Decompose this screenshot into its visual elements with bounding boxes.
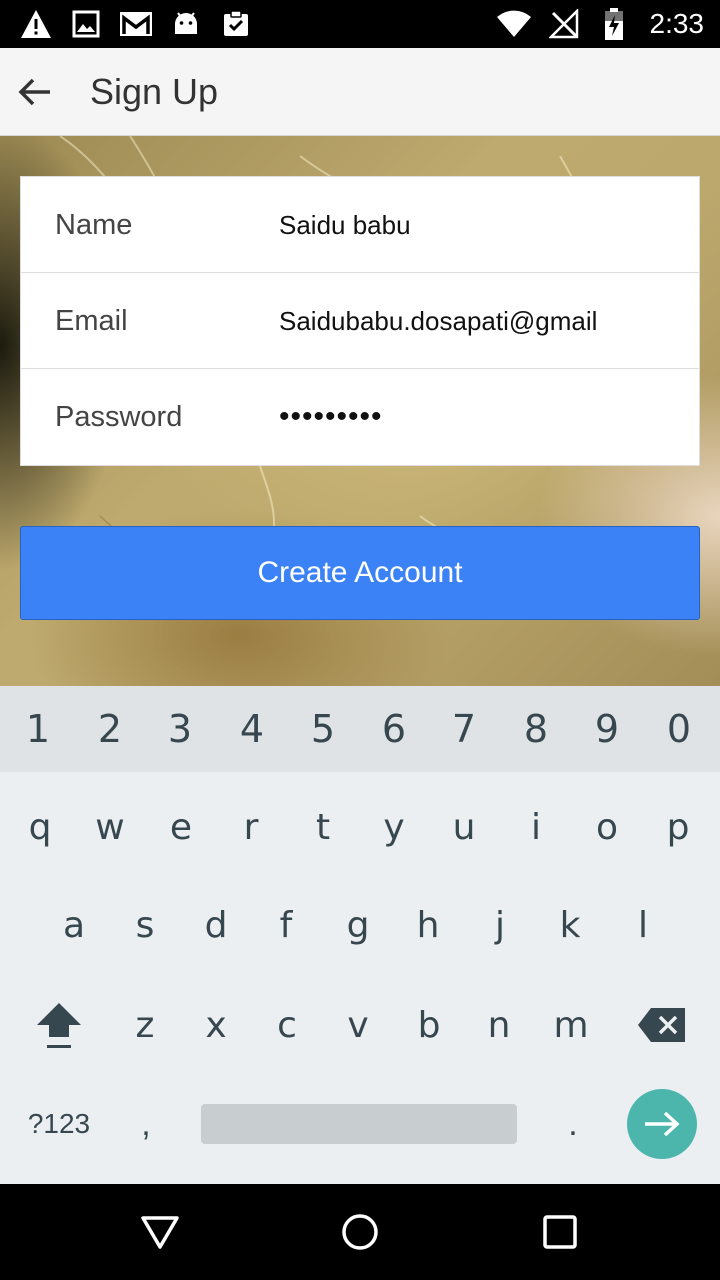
- key-a[interactable]: a: [38, 882, 110, 968]
- android-icon: [168, 6, 204, 42]
- back-button[interactable]: [8, 66, 60, 118]
- gmail-icon: [118, 6, 154, 42]
- home-circle-icon: [342, 1214, 378, 1250]
- key-p[interactable]: p: [642, 784, 714, 870]
- signup-form: Name Saidu babu Email Saidubabu.dosapati…: [20, 176, 700, 466]
- email-row: Email Saidubabu.dosapati@gmail: [21, 273, 699, 369]
- period-key[interactable]: .: [553, 1096, 593, 1152]
- email-label: Email: [55, 305, 128, 337]
- number-row: 1 2 3 4 5 6 7 8 9 0: [0, 686, 720, 772]
- key-1[interactable]: 1: [2, 686, 74, 772]
- key-7[interactable]: 7: [428, 686, 500, 772]
- status-bar: 2:33: [0, 0, 720, 48]
- key-c[interactable]: c: [251, 982, 323, 1068]
- image-icon: [68, 6, 104, 42]
- nav-recents-button[interactable]: [530, 1202, 590, 1262]
- recents-square-icon: [543, 1215, 577, 1249]
- key-f[interactable]: f: [250, 882, 322, 968]
- key-i[interactable]: i: [500, 784, 572, 870]
- key-d[interactable]: d: [180, 882, 252, 968]
- key-t[interactable]: t: [287, 784, 359, 870]
- navigation-bar: [0, 1184, 720, 1280]
- arrow-back-icon: [18, 78, 50, 106]
- name-row: Name Saidu babu: [21, 177, 699, 273]
- comma-key[interactable]: ,: [126, 1096, 166, 1152]
- key-3[interactable]: 3: [144, 686, 216, 772]
- key-h[interactable]: h: [392, 882, 464, 968]
- nav-back-button[interactable]: [130, 1202, 190, 1262]
- arrow-forward-icon: [645, 1111, 680, 1137]
- battery-charging-icon: [596, 6, 632, 42]
- password-label: Password: [55, 401, 183, 433]
- key-o[interactable]: o: [571, 784, 643, 870]
- key-e[interactable]: e: [145, 784, 217, 870]
- back-triangle-icon: [141, 1216, 179, 1249]
- soft-keyboard: 1 2 3 4 5 6 7 8 9 0 q w e r t y u i o p …: [0, 686, 720, 1184]
- key-b[interactable]: b: [393, 982, 465, 1068]
- shift-arrow-icon: [37, 1003, 81, 1048]
- key-8[interactable]: 8: [500, 686, 572, 772]
- shift-key[interactable]: [24, 982, 94, 1068]
- key-y[interactable]: y: [358, 784, 430, 870]
- status-time: 2:33: [649, 8, 705, 39]
- create-account-button[interactable]: Create Account: [20, 526, 700, 620]
- backspace-icon: [638, 1008, 685, 1042]
- key-6[interactable]: 6: [358, 686, 430, 772]
- app-bar: Sign Up: [0, 48, 720, 136]
- key-v[interactable]: v: [322, 982, 394, 1068]
- key-l[interactable]: l: [607, 882, 679, 968]
- key-u[interactable]: u: [428, 784, 500, 870]
- name-label: Name: [55, 209, 133, 241]
- clipboard-check-icon: [218, 6, 254, 42]
- key-9[interactable]: 9: [571, 686, 643, 772]
- page-title: Sign Up: [90, 71, 219, 112]
- password-field[interactable]: •••••••••: [279, 369, 617, 465]
- name-field[interactable]: Saidu babu: [279, 177, 617, 273]
- symbols-key[interactable]: ?123: [14, 1104, 104, 1144]
- password-row: Password •••••••••: [21, 369, 699, 465]
- key-r[interactable]: r: [215, 784, 287, 870]
- key-4[interactable]: 4: [216, 686, 288, 772]
- key-q[interactable]: q: [4, 784, 76, 870]
- key-x[interactable]: x: [180, 982, 252, 1068]
- space-key[interactable]: [201, 1104, 517, 1144]
- key-z[interactable]: z: [109, 982, 181, 1068]
- key-0[interactable]: 0: [643, 686, 715, 772]
- key-2[interactable]: 2: [74, 686, 146, 772]
- warning-icon: [18, 6, 54, 42]
- key-k[interactable]: k: [534, 882, 606, 968]
- key-j[interactable]: j: [464, 882, 536, 968]
- no-signal-icon: [546, 6, 582, 42]
- key-s[interactable]: s: [109, 882, 181, 968]
- key-m[interactable]: m: [535, 982, 607, 1068]
- key-5[interactable]: 5: [287, 686, 359, 772]
- signup-content: Name Saidu babu Email Saidubabu.dosapati…: [0, 136, 720, 686]
- key-w[interactable]: w: [74, 784, 146, 870]
- email-field[interactable]: Saidubabu.dosapati@gmail: [279, 273, 617, 369]
- key-n[interactable]: n: [463, 982, 535, 1068]
- key-g[interactable]: g: [322, 882, 394, 968]
- enter-key[interactable]: [627, 1089, 697, 1159]
- nav-home-button[interactable]: [330, 1202, 390, 1262]
- backspace-key[interactable]: [626, 982, 698, 1068]
- wifi-icon: [496, 6, 532, 42]
